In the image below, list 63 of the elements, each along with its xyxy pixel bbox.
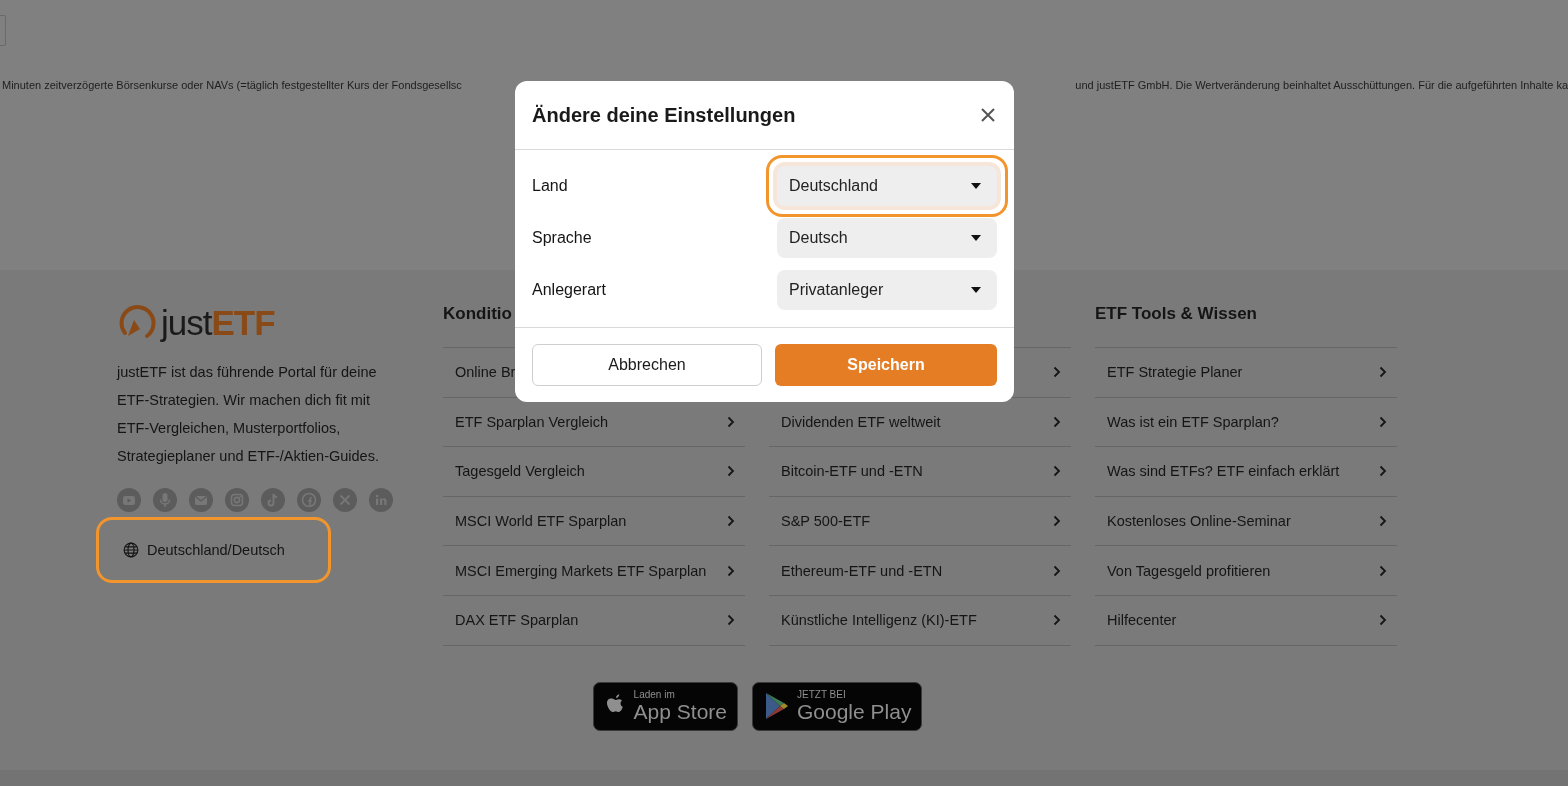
footer-link[interactable]: ETF Strategie Planer [1107,364,1243,381]
chevron-right-icon [727,415,735,428]
disclaimer-text: Minuten zeitverzögerte Börsenkurse oder NAVs (=täglich festgestellter Kurs der Fondsgesellsc [2,79,462,91]
chevron-right-icon [1053,366,1061,379]
chevron-right-icon [1379,614,1387,627]
footer-link[interactable]: MSCI Emerging Markets ETF Sparplan [455,562,707,579]
select-field[interactable]: Deutsch [777,218,997,258]
footer-link[interactable]: Ethereum-ETF und -ETN [781,562,943,579]
field-label: Anlegerart [532,281,606,299]
footer-link[interactable]: Von Tagesgeld profitieren [1107,562,1271,579]
tiktok-icon[interactable] [261,488,285,512]
chevron-right-icon [727,614,735,627]
footer-link[interactable]: S&P 500-ETF [781,513,871,530]
chevron-right-icon [1053,515,1061,528]
save-button[interactable]: Speichern [775,344,997,386]
dialog-title: Ändere deine Einstellungen [532,103,796,127]
x-icon[interactable] [333,488,357,512]
caret-icon [971,183,981,189]
app-store-badge[interactable]: Laden im App Store [592,681,738,731]
chevron-right-icon [727,564,735,577]
footer-link[interactable]: Kostenloses Online-Seminar [1107,513,1291,530]
chevron-right-icon [1379,564,1387,577]
caret-icon [971,235,981,241]
locale-link[interactable]: Deutschland/Deutsch [96,517,331,583]
field-label: Sprache [532,229,592,247]
footer-link[interactable]: Tagesgeld Vergleich [455,463,585,480]
footer-link[interactable]: DAX ETF Sparplan [455,612,579,629]
chevron-right-icon [1053,564,1061,577]
footer-link[interactable]: Künstliche Intelligenz (KI)-ETF [781,612,977,629]
column-heading: Konditio [443,303,513,325]
podcast-icon[interactable] [153,488,177,512]
footer-link[interactable]: Was sind ETFs? ETF einfach erklärt [1107,463,1340,480]
cancel-button[interactable]: Abbrechen [532,344,762,386]
chevron-right-icon [1053,415,1061,428]
mail-icon[interactable] [189,488,213,512]
footer-link[interactable]: Online Br [455,364,516,381]
footer-link[interactable]: Dividenden ETF weltweit [781,413,941,430]
footer-link[interactable]: ETF Sparplan Vergleich [455,413,609,430]
footer-link[interactable]: Bitcoin-ETF und -ETN [781,463,923,480]
chevron-right-icon [1053,465,1061,478]
linkedin-icon[interactable] [369,488,393,512]
youtube-icon[interactable] [117,488,141,512]
chevron-right-icon [1053,614,1061,627]
chevron-right-icon [727,465,735,478]
disclaimer-text: und justETF GmbH. Die Wertveränderung beinhaltet Ausschüttungen. Für die aufgeführten Inhalte ka [1075,79,1568,91]
column-heading: ETF Tools & Wissen [1095,303,1258,325]
chevron-right-icon [727,515,735,528]
footer-link[interactable]: MSCI World ETF Sparplan [455,513,627,530]
facebook-icon[interactable] [297,488,321,512]
chevron-right-icon [1379,465,1387,478]
instagram-icon[interactable] [225,488,249,512]
chevron-right-icon [1379,415,1387,428]
select-field[interactable]: Privatanleger [777,270,997,310]
footer-link[interactable]: Hilfecenter [1107,612,1177,629]
chevron-right-icon [1379,515,1387,528]
google-play-badge[interactable]: JETZT BEI Google Play [752,681,923,731]
caret-icon [971,287,981,293]
footer-link[interactable]: Was ist ein ETF Sparplan? [1107,413,1279,430]
logo-wordmark: justETF [161,303,275,343]
about-text: justETF ist das führende Portal für deine ETF-Strategien. Wir machen dich fit mit ETF-Vergleichen, Musterportfolios, Strategieplaner und ETF-/Aktien-Guides. [117,363,380,466]
field-label: Land [532,177,568,195]
chevron-right-icon [1379,366,1387,379]
globe-icon [123,542,139,558]
